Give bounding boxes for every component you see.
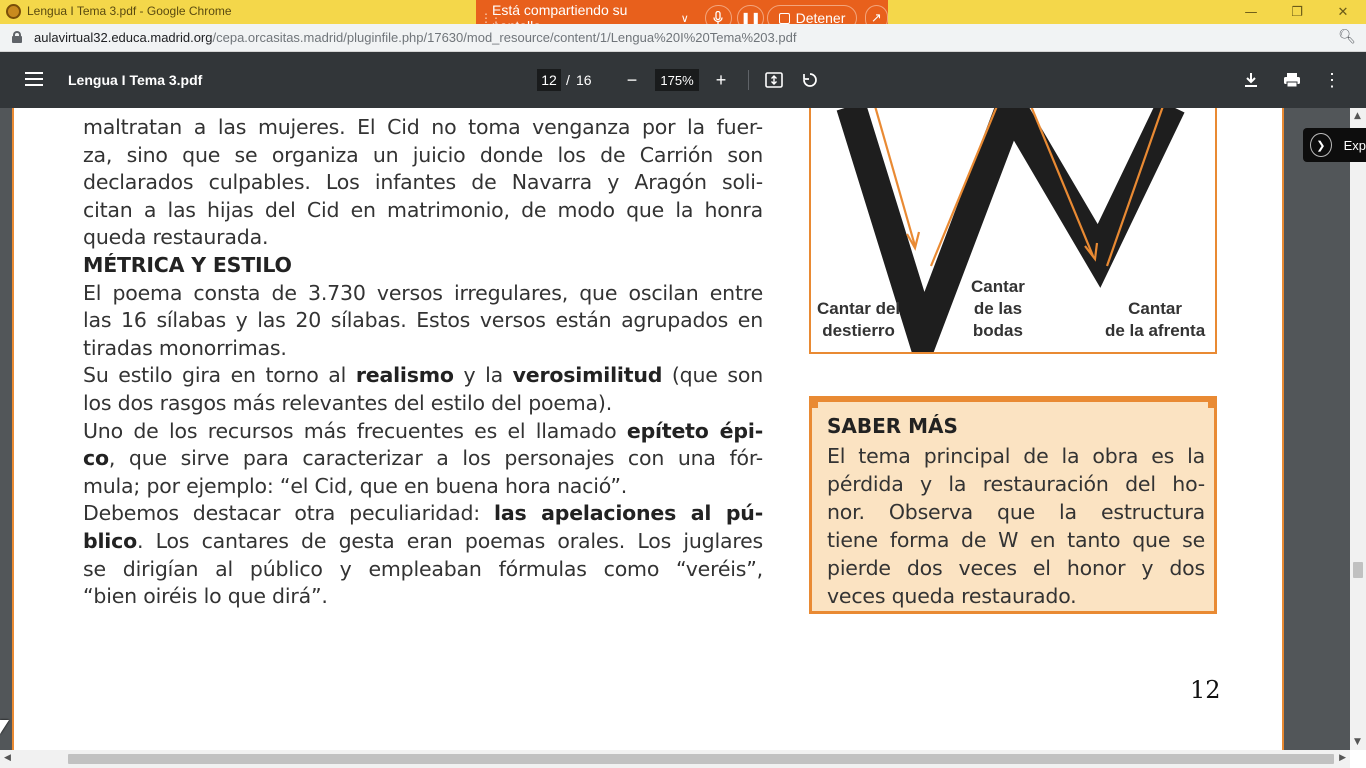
- scroll-right-icon[interactable]: ▶: [1339, 753, 1346, 763]
- more-options-icon[interactable]: ⋮: [1320, 68, 1344, 92]
- rotate-icon[interactable]: [798, 68, 822, 92]
- label-cantar-bodas: Cantar de las bodas: [971, 277, 1025, 340]
- window-controls: — ❐ ✕: [1228, 0, 1366, 24]
- label-cantar-afrenta: Cantar de la afrenta: [1105, 299, 1206, 340]
- close-icon[interactable]: ✕: [1320, 0, 1366, 24]
- minimize-icon[interactable]: —: [1228, 0, 1274, 24]
- scroll-left-icon[interactable]: ◀: [4, 753, 11, 763]
- paragraph-5-line-1: Debemos destacar otra peculiaridad: las …: [83, 501, 764, 526]
- side-expand-chip[interactable]: ❯ Exp: [1303, 128, 1366, 162]
- vertical-scrollbar[interactable]: ▲ ▼: [1350, 108, 1366, 750]
- zoom-icon[interactable]: 🔍︎: [1338, 29, 1356, 45]
- page-number: 12: [1190, 676, 1221, 704]
- paragraph-5-line-2: blico. Los cantares de gesta eran poemas…: [83, 528, 763, 553]
- lock-icon[interactable]: [12, 31, 22, 43]
- saber-mas-box: SABER MÁS El tema principal de la obra e…: [809, 396, 1217, 614]
- paragraph-4-line-1: Uno de los recursos más frecuentes es el…: [83, 418, 763, 443]
- page-total: 16: [576, 72, 592, 88]
- fit-page-icon[interactable]: [762, 68, 786, 92]
- label-cantar-destierro: Cantar del destierro: [817, 299, 901, 340]
- side-chip-label: Exp: [1343, 137, 1366, 153]
- mouse-cursor-icon: [0, 720, 9, 734]
- zoom-out-icon[interactable]: −: [620, 68, 644, 92]
- chevron-down-icon[interactable]: ∨: [681, 12, 689, 25]
- paragraph-3-line-1: Su estilo gira en torno al realismo y la…: [83, 363, 763, 388]
- scroll-down-icon[interactable]: ▼: [1354, 737, 1361, 747]
- window-title: Lengua I Tema 3.pdf - Google Chrome: [27, 4, 232, 18]
- favicon-icon: [6, 4, 21, 19]
- toolbar-divider: [748, 70, 749, 90]
- restore-icon[interactable]: ❐: [1274, 0, 1320, 24]
- scroll-up-icon[interactable]: ▲: [1354, 111, 1361, 121]
- pdf-toolbar: Lengua I Tema 3.pdf 12 / 16 − 175% + ⋮: [0, 52, 1366, 108]
- horizontal-scrollbar[interactable]: ◀ ▶: [0, 750, 1350, 768]
- url-text[interactable]: aulavirtual32.educa.madrid.org/cepa.orca…: [34, 30, 796, 45]
- pause-icon: ❚❚: [740, 11, 761, 25]
- microphone-icon: [713, 11, 724, 25]
- section-heading: MÉTRICA Y ESTILO: [83, 252, 292, 277]
- chevron-right-icon: ❯: [1310, 133, 1332, 157]
- page-number-input[interactable]: 12: [537, 69, 561, 91]
- paragraph-4-line-2: co, que sirve para caracterizar a los pe…: [83, 446, 763, 471]
- stop-icon: [778, 12, 790, 24]
- saber-mas-text: El tema principal de la obra es la pérdi…: [827, 444, 1205, 608]
- drag-handle-icon[interactable]: ⋮⋮: [480, 11, 502, 25]
- w-structure-diagram: Cantar del destierro Cantar de las bodas…: [809, 108, 1217, 354]
- pdf-page: maltratan a las mujeres. El Cid no toma …: [12, 108, 1284, 750]
- download-icon[interactable]: [1239, 68, 1263, 92]
- zoom-in-icon[interactable]: +: [709, 68, 733, 92]
- menu-icon[interactable]: [25, 72, 43, 86]
- print-icon[interactable]: [1280, 68, 1304, 92]
- saber-mas-title: SABER MÁS: [827, 414, 958, 438]
- horizontal-scroll-thumb[interactable]: [68, 754, 1334, 764]
- pdf-viewport[interactable]: maltratan a las mujeres. El Cid no toma …: [0, 108, 1350, 750]
- pdf-title: Lengua I Tema 3.pdf: [68, 72, 203, 88]
- address-bar[interactable]: aulavirtual32.educa.madrid.org/cepa.orca…: [0, 24, 1366, 52]
- vertical-scroll-thumb[interactable]: [1353, 562, 1363, 578]
- paragraph-1: maltratan a las mujeres. El Cid no toma …: [83, 115, 764, 609]
- page-separator: /: [566, 72, 570, 88]
- zoom-input[interactable]: 175%: [655, 69, 699, 91]
